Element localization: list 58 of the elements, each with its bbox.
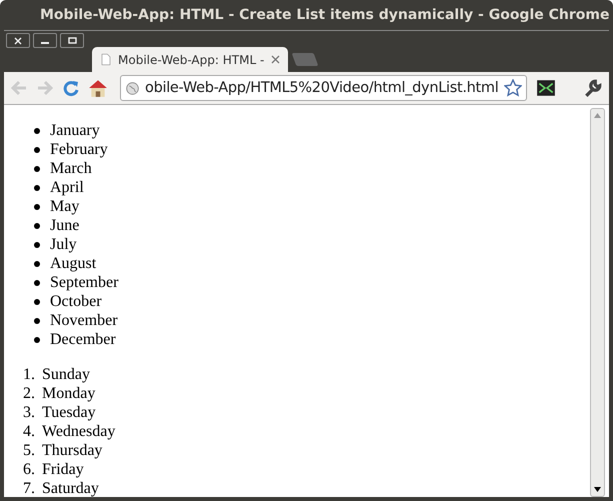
page-icon: [100, 52, 112, 67]
bullet-icon: [34, 128, 40, 134]
list-item: July: [50, 236, 77, 254]
list-item: Sunday: [42, 366, 90, 384]
list-item: January: [50, 122, 100, 140]
reload-icon[interactable]: [62, 79, 80, 97]
star-icon[interactable]: [504, 79, 522, 97]
home-icon[interactable]: [88, 78, 108, 98]
extension-icon[interactable]: [535, 78, 557, 98]
minimize-button[interactable]: [33, 33, 57, 48]
bullet-icon: [34, 336, 40, 342]
bullet-icon: [34, 280, 40, 286]
list-item: April: [50, 178, 84, 196]
item-number: 6.: [22, 460, 36, 478]
scroll-up-icon[interactable]: [594, 113, 601, 118]
browser-tab[interactable]: Mobile-Web-App: HTML -: [92, 47, 288, 72]
address-bar[interactable]: obile-Web-App/HTML5%20Video/html_dynList.html: [120, 75, 527, 101]
minimize-icon: [41, 42, 49, 44]
item-number: 2.: [22, 384, 36, 402]
close-icon[interactable]: [271, 55, 280, 64]
list-item: Friday: [42, 460, 84, 478]
maximize-button[interactable]: [60, 33, 84, 48]
list-item: Wednesday: [42, 422, 116, 440]
bullet-icon: [34, 242, 40, 248]
maximize-icon: [68, 37, 76, 44]
list-item: November: [50, 312, 118, 330]
bullet-icon: [34, 166, 40, 172]
item-number: 4.: [22, 422, 36, 440]
list-item: Saturday: [42, 480, 99, 497]
scroll-down-icon[interactable]: [594, 487, 601, 492]
close-icon: [14, 36, 22, 44]
list-item: June: [50, 216, 80, 234]
bullet-icon: [34, 146, 40, 152]
bullet-icon: [34, 222, 40, 228]
list-item: September: [50, 274, 118, 292]
list-item: Thursday: [42, 442, 102, 460]
bullet-icon: [34, 204, 40, 210]
item-number: 5.: [22, 442, 36, 460]
list-item: Monday: [42, 384, 96, 402]
list-item: October: [50, 292, 102, 310]
globe-icon: [125, 80, 140, 96]
window-title: Mobile-Web-App: HTML - Create List items dynamically - Google Chrome: [40, 7, 610, 23]
list-item: February: [50, 140, 108, 158]
list-item: August: [50, 254, 96, 272]
close-button[interactable]: [6, 33, 30, 48]
list-item: Tuesday: [42, 404, 96, 422]
bullet-icon: [34, 298, 40, 304]
bullet-icon: [34, 318, 40, 324]
item-number: 1.: [22, 366, 36, 384]
list-item: May: [50, 198, 80, 216]
wrench-icon[interactable]: [583, 78, 603, 98]
scrollbar[interactable]: [590, 108, 605, 497]
item-number: 3.: [22, 404, 36, 422]
item-number: 7.: [22, 480, 36, 497]
list-item: March: [50, 160, 92, 178]
bullet-icon: [34, 260, 40, 266]
bullet-icon: [34, 184, 40, 190]
list-item: December: [50, 330, 116, 348]
